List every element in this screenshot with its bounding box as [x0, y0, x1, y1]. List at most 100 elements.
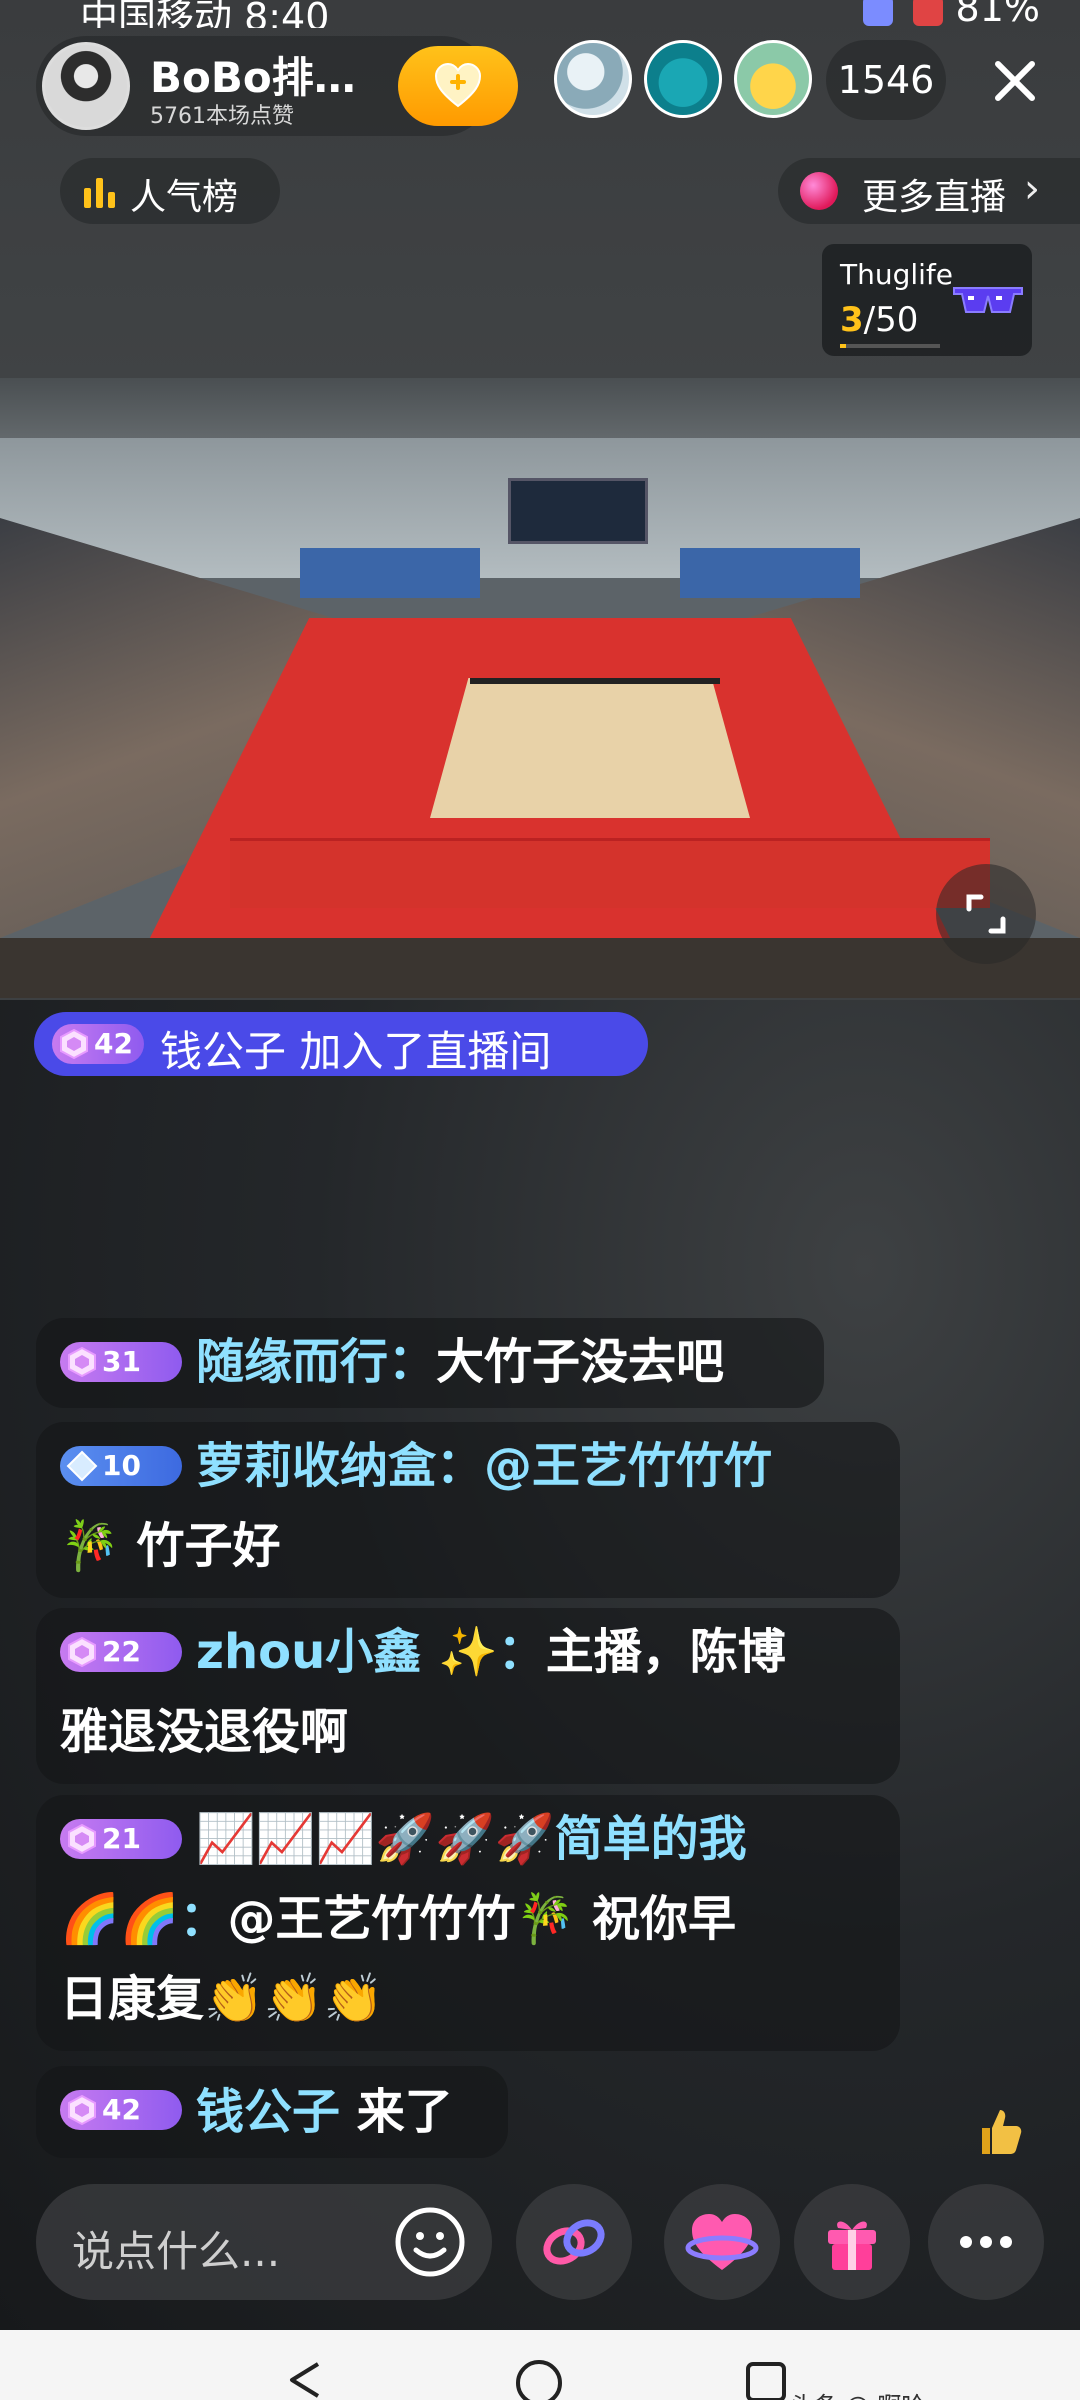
chevron-right-icon: › — [1024, 166, 1040, 212]
scoreboard — [508, 478, 648, 544]
sunglasses-icon — [953, 287, 1023, 313]
chat-message[interactable]: 10 萝莉收纳盒：@王艺竹竹竹 🎋 竹子好 — [36, 1422, 900, 1598]
chat-username[interactable]: 随缘而行： — [196, 1334, 436, 1390]
chat-message[interactable]: 42 钱公子 来了 — [36, 2066, 508, 2158]
viewer-avatar[interactable] — [644, 40, 722, 118]
level-number: 22 — [102, 1635, 141, 1668]
gift-button[interactable] — [794, 2184, 910, 2300]
close-button[interactable] — [980, 46, 1050, 116]
faded-chat-line — [36, 1250, 626, 1290]
chat-line: 🌈🌈：@王艺竹竹竹🎋 祝你早 — [60, 1889, 736, 1949]
level-number: 21 — [102, 1822, 141, 1855]
blue-seats — [300, 548, 480, 598]
more-live-button[interactable]: 更多直播 › — [778, 158, 1080, 224]
chat-username[interactable]: 萝莉收纳盒： — [196, 1438, 484, 1494]
fullscreen-button[interactable] — [936, 864, 1036, 964]
gem-icon — [68, 1636, 96, 1668]
level-number: 42 — [94, 1027, 133, 1060]
status-carrier-time: 中国移动 8:40 — [80, 0, 330, 28]
gem-icon — [68, 1823, 96, 1855]
gem-icon — [60, 1028, 88, 1060]
host-name: BoBo排… — [150, 53, 356, 102]
gift-task-card[interactable]: Thuglife 3/50 — [822, 244, 1032, 356]
chat-username[interactable]: zhou小鑫 ✨： — [196, 1624, 546, 1680]
close-icon — [995, 61, 1035, 101]
live-video[interactable] — [0, 378, 1080, 998]
expand-icon — [966, 894, 1006, 934]
level-badge: 42 — [60, 2090, 182, 2130]
level-badge: 10 — [60, 1446, 182, 1486]
chat-text: @王艺竹竹竹🎋 祝你早 — [227, 1891, 737, 1947]
follow-heart-icon — [434, 62, 482, 108]
gem-icon — [68, 2094, 96, 2126]
chat-line: 🎋 竹子好 — [60, 1516, 280, 1576]
gem-icon — [68, 1346, 96, 1378]
chat-line: 日康复👏👏👏 — [60, 1969, 383, 2029]
join-notice: 42 钱公子 加入了直播间 — [34, 1012, 648, 1076]
chat-text: 🎋 竹子好 — [60, 1518, 281, 1574]
thumbs-up-icon — [982, 2110, 1022, 2154]
chat-message[interactable]: 22 zhou小鑫 ✨：主播，陈博 雅退没退役啊 — [36, 1608, 900, 1784]
viewer-avatar[interactable] — [734, 40, 812, 118]
viewer-count[interactable]: 1546 — [826, 40, 946, 120]
blue-seats — [680, 548, 860, 598]
status-right: 81% — [855, 0, 1040, 28]
link-icon — [543, 2219, 605, 2265]
comment-input[interactable]: 说点什么... — [36, 2184, 492, 2300]
chat-text: 来了 — [340, 2084, 453, 2140]
system-nav-bar: 头条 @ 啊哈 — [0, 2330, 1080, 2400]
more-live-label: 更多直播 — [862, 177, 1007, 218]
more-button[interactable] — [928, 2184, 1044, 2300]
heart-icon — [685, 2214, 759, 2270]
join-text: 钱公子 加入了直播间 — [160, 1027, 552, 1076]
emoji-icon[interactable] — [392, 2204, 468, 2280]
level-badge: 42 — [52, 1024, 144, 1064]
gift-task-name: Thuglife — [840, 258, 954, 291]
home-nav-icon[interactable] — [514, 2358, 564, 2400]
more-icon — [960, 2236, 1012, 2248]
chat-line: 萝莉收纳盒：@王艺竹竹竹 — [196, 1436, 772, 1496]
level-number: 31 — [102, 1345, 141, 1378]
like-button[interactable] — [968, 2102, 1026, 2160]
follow-button[interactable] — [398, 46, 518, 126]
court-inner — [430, 678, 750, 818]
rank-bars-icon — [84, 178, 115, 208]
volleyball-net — [470, 678, 720, 684]
chat-username-cont[interactable]: 🌈🌈： — [60, 1891, 228, 1947]
host-card[interactable]: BoBo排… 5761本场点赞 — [36, 36, 518, 136]
heart-button[interactable] — [664, 2184, 780, 2300]
watermark-text: 头条 @ 啊哈 — [790, 2386, 925, 2400]
comment-placeholder: 说点什么... — [72, 2227, 281, 2276]
chat-text: 雅退没退役啊 — [60, 1704, 349, 1760]
popularity-rank-button[interactable]: 人气榜 — [60, 158, 280, 224]
link-button[interactable] — [516, 2184, 632, 2300]
chat-line: 随缘而行：大竹子没去吧 — [196, 1332, 724, 1392]
host-likes: 5761本场点赞 — [150, 104, 294, 129]
court-banner — [230, 838, 990, 908]
audience-foreground — [0, 938, 1080, 998]
rank-label: 人气榜 — [130, 177, 239, 218]
chat-line: 📈📈📈🚀🚀🚀简单的我 — [196, 1809, 747, 1869]
status-bar: 中国移动 8:40 81% — [0, 0, 1080, 28]
gift-task-current: 3 — [840, 300, 864, 340]
gift-task-bar-fill — [840, 344, 846, 348]
host-avatar[interactable] — [42, 42, 130, 130]
chat-mention[interactable]: @王艺竹竹竹 — [484, 1438, 772, 1494]
chat-text: 主播，陈博 — [545, 1624, 786, 1680]
live-ball-icon — [800, 172, 838, 210]
chat-text: 日康复👏👏👏 — [60, 1971, 384, 2027]
chat-message[interactable]: 21 📈📈📈🚀🚀🚀简单的我 🌈🌈：@王艺竹竹竹🎋 祝你早 日康复👏👏👏 — [36, 1795, 900, 2051]
level-badge: 22 — [60, 1632, 182, 1672]
level-badge: 21 — [60, 1819, 182, 1859]
viewer-avatar[interactable] — [554, 40, 632, 118]
diamond-icon — [66, 1450, 98, 1482]
chat-username[interactable]: 钱公子 — [196, 2084, 340, 2140]
chat-line: zhou小鑫 ✨：主播，陈博 — [196, 1622, 786, 1682]
recent-apps-nav-icon[interactable] — [744, 2360, 788, 2400]
chat-username[interactable]: 📈📈📈🚀🚀🚀简单的我 — [196, 1811, 747, 1867]
level-number: 10 — [102, 1449, 141, 1482]
chat-message[interactable]: 31 随缘而行：大竹子没去吧 — [36, 1318, 824, 1408]
back-nav-icon[interactable] — [284, 2360, 328, 2400]
gift-task-total: /50 — [863, 300, 919, 340]
app-icon — [863, 0, 894, 26]
